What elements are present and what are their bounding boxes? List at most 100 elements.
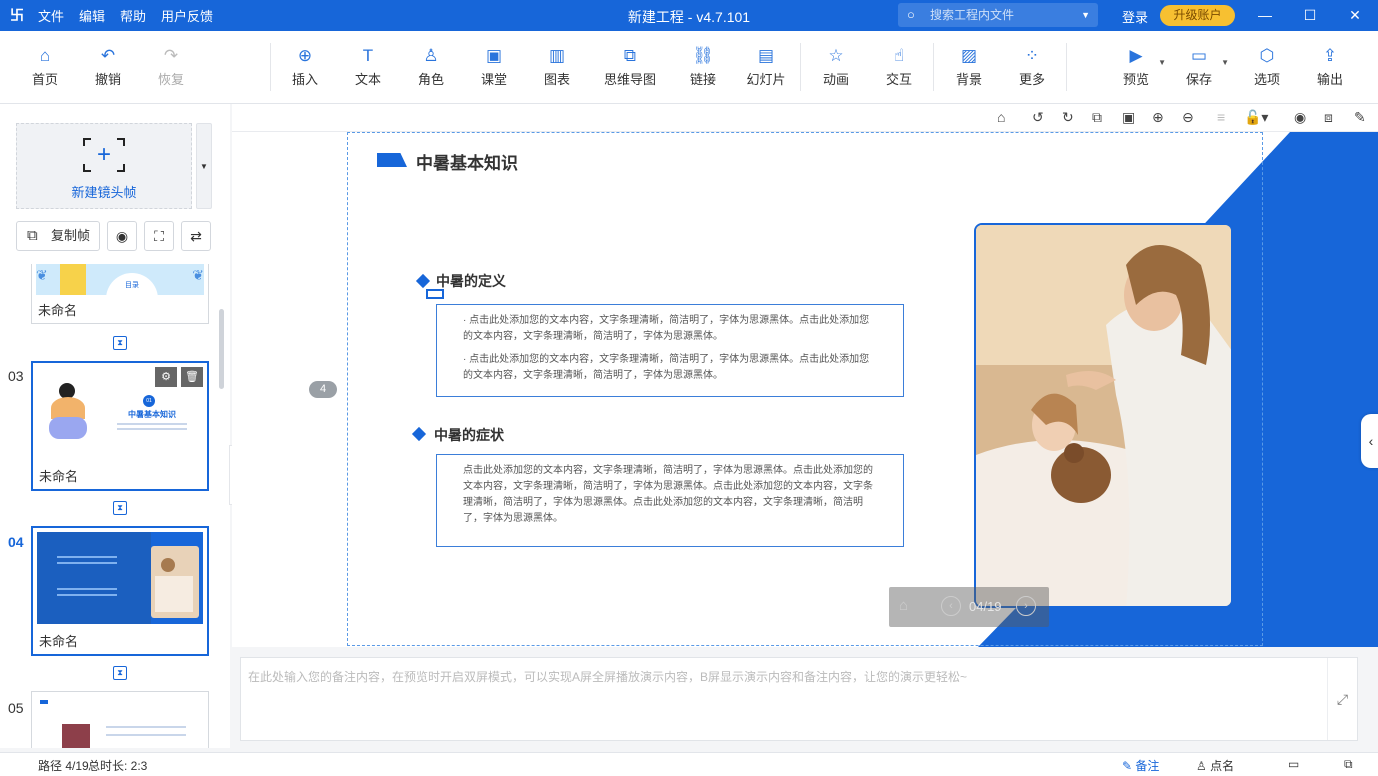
copy-icon[interactable]: ⧉ bbox=[1092, 109, 1102, 126]
mindmap-label: 思维导图 bbox=[603, 72, 656, 87]
section-heading[interactable]: 中暑的症状 bbox=[434, 425, 504, 445]
chevron-left-icon: ‹ bbox=[1368, 433, 1374, 449]
options-button[interactable]: ⬡ 选项 bbox=[1237, 45, 1297, 88]
more-button[interactable]: ⁘ 更多 bbox=[1002, 45, 1062, 88]
rotate-right-icon[interactable]: ↻ bbox=[1062, 109, 1074, 126]
slide-name: 未命名 bbox=[38, 303, 78, 318]
home-icon[interactable]: ⌂ bbox=[899, 597, 908, 614]
switch-button[interactable]: ⇄ bbox=[181, 221, 211, 251]
menu-file[interactable]: 文件 bbox=[38, 6, 64, 25]
editing-canvas[interactable]: 4 中暑基本知识 中暑的定义 · 点击此处添加您的文本内容，文字条理清晰，简洁明… bbox=[232, 132, 1378, 647]
rollcall-button[interactable]: ♙ 点名 bbox=[1196, 757, 1234, 774]
settings-icon[interactable]: ⚙ bbox=[155, 367, 177, 387]
camera-button[interactable]: ◉ bbox=[107, 221, 137, 251]
chart-button[interactable]: ▥ 图表 bbox=[527, 45, 587, 88]
interaction-button[interactable]: ☝ 交互 bbox=[869, 45, 929, 88]
zoom-out-icon[interactable]: ⊖ bbox=[1182, 109, 1194, 126]
menu-help[interactable]: 帮助 bbox=[120, 6, 146, 25]
export-button[interactable]: ⇪ 输出 bbox=[1300, 45, 1360, 88]
maximize-icon[interactable]: ☐ bbox=[1297, 3, 1323, 27]
slide-photo[interactable] bbox=[974, 223, 1233, 608]
rotate-left-icon[interactable]: ↺ bbox=[1032, 109, 1044, 126]
role-button[interactable]: ♙ 角色 bbox=[401, 45, 461, 88]
animation-icon: ☆ bbox=[828, 46, 844, 65]
new-frame-button[interactable]: + 新建镜头帧 bbox=[16, 123, 192, 209]
menu-feedback[interactable]: 用户反馈 bbox=[161, 6, 213, 25]
slide-list-scrollbar[interactable] bbox=[219, 309, 224, 389]
notes-toggle[interactable]: ✎ 备注 bbox=[1122, 757, 1159, 774]
home-button[interactable]: ⌂ 首页 bbox=[15, 45, 75, 88]
screen-icon[interactable]: ▭ bbox=[1288, 757, 1299, 771]
zoom-in-icon[interactable]: ⊕ bbox=[1152, 109, 1164, 126]
slide-thumbnail-03[interactable]: 01 中暑基本知识 🗑 ⚙ 未命名 bbox=[31, 361, 209, 491]
transition-icon[interactable]: ⧗ bbox=[113, 336, 127, 350]
screenshot-button[interactable]: ⛶ bbox=[144, 221, 174, 251]
camera-icon[interactable]: ◉ bbox=[1294, 109, 1306, 126]
background-button[interactable]: ▨ 背景 bbox=[939, 45, 999, 88]
transition-icon[interactable]: ⧗ bbox=[113, 666, 127, 680]
animation-button[interactable]: ☆ 动画 bbox=[806, 45, 866, 88]
minimize-icon[interactable]: — bbox=[1252, 3, 1278, 27]
next-page-icon[interactable]: › bbox=[1016, 596, 1036, 616]
thumb-line bbox=[117, 423, 187, 425]
link-button[interactable]: ⛓ 链接 bbox=[673, 45, 733, 88]
undo-button[interactable]: ↶ 撤销 bbox=[78, 45, 138, 88]
text-box[interactable]: 点击此处添加您的文本内容，文字条理清晰，简洁明了，字体为思源黑体。点击此处添加您… bbox=[436, 454, 904, 547]
thumb-line bbox=[57, 588, 117, 590]
align-icon[interactable]: ≡ bbox=[1217, 109, 1225, 125]
expand-icon[interactable]: ⤢ bbox=[1327, 658, 1357, 740]
lock-icon[interactable]: 🔓▾ bbox=[1244, 109, 1268, 126]
background-icon: ▨ bbox=[960, 46, 978, 65]
slide-title[interactable]: 中暑基本知识 bbox=[416, 149, 518, 174]
slideshow-button[interactable]: ▤ 幻灯片 bbox=[736, 45, 796, 88]
search-input[interactable]: ○ 搜索工程内文件 ▼ bbox=[898, 3, 1098, 27]
text-button[interactable]: T 文本 bbox=[338, 45, 398, 88]
title-bar: 卐 文件 编辑 帮助 用户反馈 新建工程 - v4.7.101 ○ 搜索工程内文… bbox=[0, 0, 1378, 31]
search-placeholder: 搜索工程内文件 bbox=[930, 8, 1015, 22]
slide-thumbnail-05[interactable] bbox=[31, 691, 209, 748]
selection-handle[interactable] bbox=[426, 289, 444, 299]
export-icon: ⇪ bbox=[1322, 46, 1338, 65]
upgrade-button[interactable]: 升级账户 bbox=[1160, 5, 1235, 26]
section-heading[interactable]: 中暑的定义 bbox=[436, 271, 506, 291]
window-icon[interactable]: ⧉ bbox=[1344, 757, 1353, 772]
notes-input[interactable]: 在此处输入您的备注内容，在预览时开启双屏模式，可以实现A屏全屏播放演示内容，B屏… bbox=[240, 657, 1358, 741]
edit-icon: ✎ bbox=[1122, 759, 1136, 773]
paragraph: · 点击此处添加您的文本内容，文字条理清晰，简洁明了，字体为思源黑体。点击此处添… bbox=[463, 315, 870, 342]
new-frame-dropdown[interactable]: ▼ bbox=[196, 123, 212, 209]
interaction-icon: ☝ bbox=[893, 46, 905, 65]
insert-button[interactable]: ⊕ 插入 bbox=[275, 45, 335, 88]
layers-icon[interactable]: ⧈ bbox=[1324, 109, 1333, 126]
copy-icon: ⧉ bbox=[27, 227, 38, 244]
login-link[interactable]: 登录 bbox=[1122, 7, 1148, 26]
chevron-down-icon[interactable]: ▼ bbox=[1081, 3, 1090, 27]
right-panel-toggle[interactable]: ‹ bbox=[1361, 414, 1378, 468]
thumb-line bbox=[57, 594, 117, 596]
copy-frame-button[interactable]: ⧉ 复制帧 bbox=[16, 221, 100, 251]
edit-icon[interactable]: ✎ bbox=[1354, 109, 1366, 126]
classroom-label: 课堂 bbox=[480, 72, 507, 87]
menu-edit[interactable]: 编辑 bbox=[79, 6, 105, 25]
previous-page-icon[interactable]: ‹ bbox=[941, 596, 961, 616]
camera-icon: ◉ bbox=[115, 228, 129, 244]
slide-preview bbox=[36, 696, 204, 748]
mindmap-button[interactable]: ⧉ 思维导图 bbox=[598, 45, 662, 88]
transition-icon[interactable]: ⧗ bbox=[113, 501, 127, 515]
save-button[interactable]: ▭ 保存 ▼ bbox=[1169, 45, 1229, 88]
chevron-down-icon[interactable]: ▼ bbox=[1158, 58, 1166, 67]
close-icon[interactable]: ✕ bbox=[1342, 3, 1368, 27]
redo-icon: ↷ bbox=[163, 46, 179, 65]
home-view-icon[interactable]: ⌂ bbox=[997, 109, 1005, 125]
classroom-button[interactable]: ▣ 课堂 bbox=[464, 45, 524, 88]
slide-preview: 目录 ❦ ❦ bbox=[36, 264, 204, 295]
slide-thumbnail-02[interactable]: 目录 ❦ ❦ 未命名 bbox=[31, 264, 209, 324]
paste-icon[interactable]: ▣ bbox=[1122, 109, 1135, 126]
illustration bbox=[49, 383, 87, 447]
redo-button[interactable]: ↷ 恢复 bbox=[141, 45, 201, 88]
chevron-down-icon[interactable]: ▼ bbox=[1221, 58, 1229, 67]
text-box[interactable]: · 点击此处添加您的文本内容，文字条理清晰，简洁明了，字体为思源黑体。点击此处添… bbox=[436, 304, 904, 397]
preview-button[interactable]: ▶ 预览 ▼ bbox=[1106, 45, 1166, 88]
slide-thumbnail-04[interactable]: 未命名 bbox=[31, 526, 209, 656]
diamond-bullet-icon bbox=[415, 273, 431, 289]
delete-icon[interactable]: 🗑 bbox=[181, 367, 203, 387]
